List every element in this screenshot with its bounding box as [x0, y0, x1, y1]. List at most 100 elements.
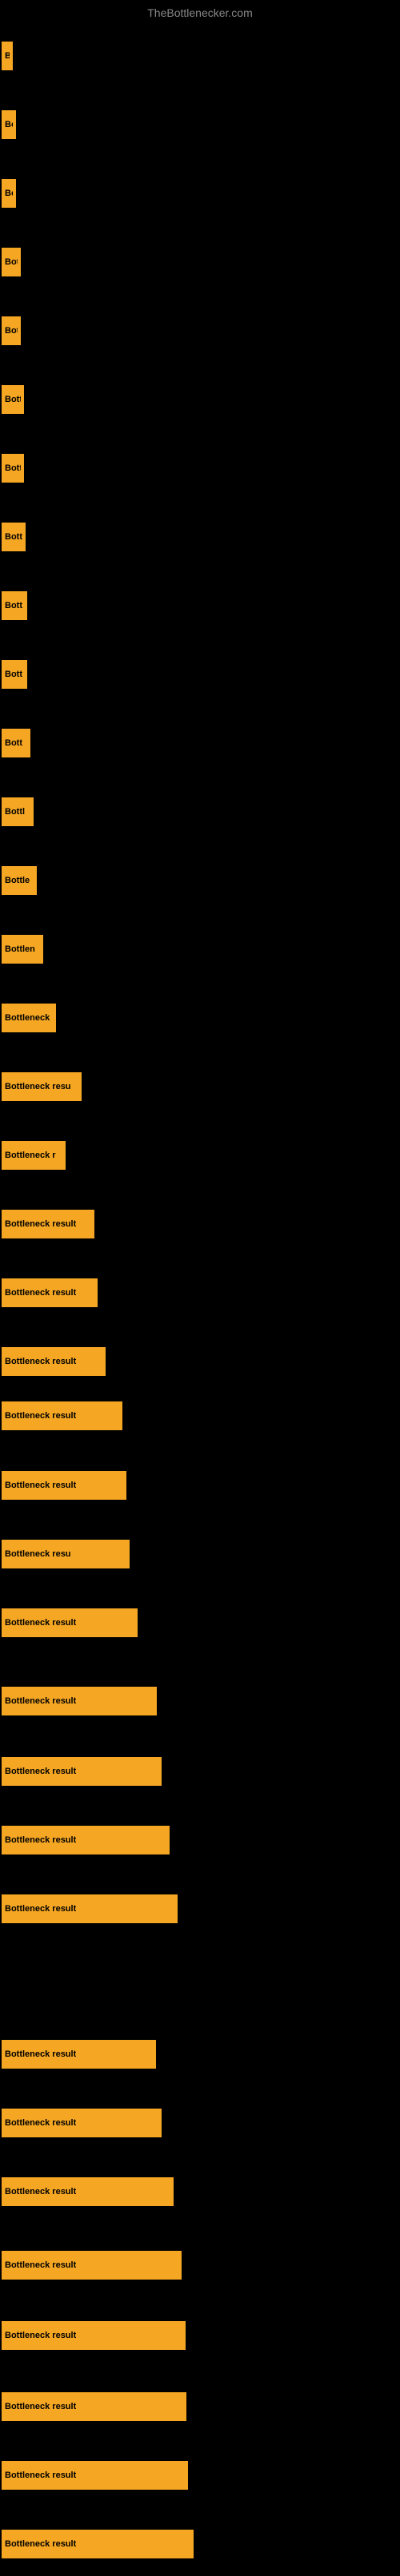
bar: Bottl [2, 797, 34, 826]
bar-label: Bott [5, 738, 22, 748]
bar-label: Bottleneck result [5, 1904, 76, 1914]
bar: Bottleneck result [2, 1757, 162, 1786]
bar-row: Bo [0, 161, 400, 225]
bar-row: Bottl [0, 368, 400, 431]
bar-label: Bottl [5, 807, 25, 817]
bar: Bottleneck [2, 1004, 56, 1032]
bar: Bottleneck result [2, 1471, 126, 1500]
bar: Bottleneck result [2, 2177, 174, 2206]
bar: Bottleneck resu [2, 1072, 82, 1101]
bar-row: Bott [0, 299, 400, 363]
bar-row: Bottleneck result [0, 2022, 400, 2086]
bar: Bottleneck result [2, 1894, 178, 1923]
bar: Bottleneck result [2, 1347, 106, 1376]
bar-label: Bo [5, 189, 13, 198]
bar-label: Bottleneck result [5, 1481, 76, 1490]
bar-label: Bottleneck resu [5, 1082, 71, 1091]
bar-row: Bottleneck result [0, 1261, 400, 1325]
bar-label: Bottleneck result [5, 1219, 76, 1229]
bar-row: Bottleneck result [0, 2233, 400, 2297]
bar: Bottleneck result [2, 1210, 94, 1238]
bar: Bott [2, 248, 21, 276]
bar: Bottleneck result [2, 2251, 182, 2280]
bar-row: Bottleneck resu [0, 1522, 400, 1586]
bar-row: B [0, 24, 400, 88]
bar-label: Bottleneck result [5, 2049, 76, 2059]
bar-label: Bottleneck [5, 1013, 50, 1023]
bar: Bott [2, 729, 30, 757]
bar-row: Bottleneck result [0, 1739, 400, 1803]
bar-label: Bottleneck result [5, 2471, 76, 2480]
bar-row: Bottleneck result [0, 1192, 400, 1256]
bar-row: Bottleneck result [0, 1877, 400, 1941]
bar: Bott [2, 316, 21, 345]
bar-row: Bottlen [0, 917, 400, 981]
bar: Bottleneck result [2, 2530, 194, 2558]
bar-label: Bottleneck result [5, 1411, 76, 1421]
bar-label: Bottleneck result [5, 1767, 76, 1776]
bar: Bottleneck resu [2, 1540, 130, 1568]
bar: Bottle [2, 866, 37, 895]
bar-label: Bottle [5, 876, 30, 885]
bar-row: Bott [0, 642, 400, 706]
bar-label: Bottl [5, 463, 21, 473]
bar-label: Bottleneck result [5, 2539, 76, 2549]
bar-label: Bottleneck result [5, 2187, 76, 2196]
bar-row: Bottleneck result [0, 1808, 400, 1872]
bar-label: Bott [5, 601, 22, 610]
bar-row: Bottleneck result [0, 2512, 400, 2576]
bar: Bottleneck result [2, 1278, 98, 1307]
bar-row: Bottl [0, 780, 400, 844]
bar-row: Bottleneck result [0, 2091, 400, 2155]
bar-row: Bottl [0, 505, 400, 569]
bar: Bottleneck result [2, 1687, 157, 1715]
bar-label: Bott [5, 326, 18, 336]
bar: Bottleneck r [2, 1141, 66, 1170]
bar: Bottleneck result [2, 2109, 162, 2137]
bar-row: Bottleneck result [0, 2375, 400, 2439]
bar-row: Bottl [0, 436, 400, 500]
bar: Bottlen [2, 935, 43, 964]
bar-label: Bottleneck result [5, 1357, 76, 1366]
bar-row: Bo [0, 93, 400, 157]
bar-row: Bottleneck result [0, 1384, 400, 1448]
bar: Bottleneck result [2, 1401, 122, 1430]
bar-row: Bottleneck result [0, 1669, 400, 1733]
bar: Bottl [2, 385, 24, 414]
bar-row: Bottleneck result [0, 1591, 400, 1655]
bar-label: Bottleneck result [5, 1696, 76, 1706]
bar-row: Bottle [0, 849, 400, 912]
bar: Bottleneck result [2, 1826, 170, 1854]
bar-row: Bottleneck result [0, 2443, 400, 2507]
bar-label: Bottleneck result [5, 2331, 76, 2340]
bar: Bottleneck result [2, 1608, 138, 1637]
bar-label: Bottleneck result [5, 1618, 76, 1628]
bar-label: Bo [5, 120, 13, 129]
bar: Bo [2, 110, 16, 139]
bar: Bott [2, 591, 27, 620]
bar: Bottl [2, 454, 24, 483]
bar-label: Bott [5, 670, 22, 679]
bar-row: Bottleneck result [0, 2304, 400, 2367]
site-title: TheBottlenecker.com [0, 0, 400, 22]
bar-row: Bott [0, 230, 400, 294]
bar-row: Bottleneck r [0, 1123, 400, 1187]
bar: Bottleneck result [2, 2040, 156, 2069]
bar-label: Bottleneck result [5, 1835, 76, 1845]
bar-label: Bottleneck r [5, 1151, 56, 1160]
bar: Bottleneck result [2, 2392, 186, 2421]
bar: Bo [2, 179, 16, 208]
bar-label: Bottleneck result [5, 2260, 76, 2270]
bar: B [2, 42, 13, 70]
bar-label: Bottleneck result [5, 1288, 76, 1298]
bar-label: Bottl [5, 532, 22, 542]
bar-row: Bottleneck [0, 986, 400, 1050]
bar: Bottleneck result [2, 2461, 188, 2490]
bar-label: Bottleneck result [5, 2402, 76, 2411]
bar-label: Bott [5, 257, 18, 267]
bar-row: Bottleneck result [0, 1453, 400, 1517]
bar: Bottleneck result [2, 2321, 186, 2350]
bar-label: Bottleneck result [5, 2118, 76, 2128]
bar: Bott [2, 660, 27, 689]
bar-row: Bottleneck result [0, 2160, 400, 2224]
